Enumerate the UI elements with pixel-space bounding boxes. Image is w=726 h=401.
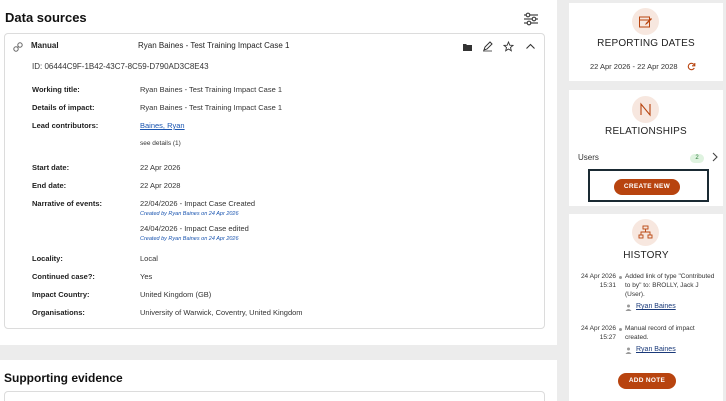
- record-title: Ryan Baines - Test Training Impact Case …: [138, 41, 290, 50]
- refresh-icon[interactable]: [687, 62, 696, 71]
- narrative-entry: 24/04/2026 - Impact Case edited: [140, 224, 249, 233]
- calendar-edit-icon: [639, 16, 652, 28]
- edit-icon[interactable]: [482, 41, 493, 52]
- history-time: 15:31: [599, 282, 616, 289]
- continued-case-label: Continued case?:: [32, 272, 95, 281]
- folder-icon[interactable]: [462, 41, 473, 52]
- history-user-link[interactable]: Ryan Baines: [636, 346, 676, 353]
- history-timeline-dot: [619, 276, 622, 279]
- sliders-icon[interactable]: [523, 12, 539, 26]
- reporting-dates-range: 22 Apr 2026 - 22 Apr 2028: [590, 62, 678, 71]
- see-details-link[interactable]: see details (1): [140, 140, 181, 147]
- locality-label: Locality:: [32, 254, 63, 263]
- history-user-link[interactable]: Ryan Baines: [636, 303, 676, 310]
- create-new-button[interactable]: CREATE NEW: [614, 179, 680, 195]
- history-icon-bg: [632, 219, 659, 246]
- continued-case-value: Yes: [140, 272, 153, 281]
- reporting-dates-heading: REPORTING DATES: [597, 38, 695, 49]
- history-heading: HISTORY: [623, 250, 669, 261]
- narrative-label: Narrative of events:: [32, 199, 103, 208]
- source-type-label: Manual: [31, 41, 59, 50]
- chevron-right-icon[interactable]: [711, 152, 719, 162]
- reporting-dates-card: REPORTING DATES 22 Apr 2026 - 22 Apr 202…: [569, 3, 723, 81]
- add-note-button[interactable]: ADD NOTE: [618, 373, 676, 389]
- data-sources-panel: Data sources Manual Ryan Baines - Test T…: [0, 0, 557, 345]
- data-source-card-header[interactable]: Manual Ryan Baines - Test Training Impac…: [5, 34, 544, 60]
- end-date-value: 22 Apr 2028: [140, 181, 181, 190]
- lead-contributor-link[interactable]: Baines, Ryan: [140, 121, 185, 130]
- end-date-label: End date:: [32, 181, 67, 190]
- history-card: HISTORY 24 Apr 2026 15:31 Added link of …: [569, 214, 723, 401]
- user-icon: [625, 304, 632, 311]
- users-label[interactable]: Users: [578, 153, 599, 162]
- star-icon[interactable]: [503, 41, 514, 52]
- details-value: Ryan Baines - Test Training Impact Case …: [140, 103, 283, 112]
- locality-value: Local: [140, 254, 158, 263]
- history-entry-text: Added link of type "Contributed to by" t…: [625, 273, 715, 298]
- impact-country-value: United Kingdom (GB): [140, 290, 212, 299]
- supporting-evidence-card: [4, 391, 545, 401]
- data-sources-title: Data sources: [5, 10, 87, 25]
- organisations-value: University of Warwick, Coventry, United …: [140, 308, 303, 317]
- relationships-heading: RELATIONSHIPS: [605, 126, 687, 137]
- relationship-icon: [640, 102, 651, 117]
- link-icon: [13, 42, 23, 52]
- data-source-card: Manual Ryan Baines - Test Training Impac…: [4, 33, 545, 329]
- start-date-value: 22 Apr 2026: [140, 163, 181, 172]
- reporting-dates-icon-bg: [632, 8, 659, 35]
- user-icon: [625, 347, 632, 354]
- history-date: 24 Apr 2026: [580, 325, 616, 332]
- working-title-label: Working title:: [32, 85, 80, 94]
- record-id: ID: 06444C9F-1B42-43C7-8C59-D790AD3C8E43: [32, 62, 209, 71]
- hierarchy-icon: [638, 225, 653, 239]
- narrative-created-by: Created by Ryan Baines on 24 Apr 2026: [140, 211, 239, 217]
- impact-country-label: Impact Country:: [32, 290, 90, 299]
- history-timeline-dot: [619, 328, 622, 331]
- history-entry-text: Manual record of impact created.: [625, 325, 695, 341]
- start-date-label: Start date:: [32, 163, 70, 172]
- relationships-icon-bg: [632, 96, 659, 123]
- history-time: 15:27: [599, 334, 616, 341]
- lead-contributors-label: Lead contributors:: [32, 121, 99, 130]
- narrative-entry: 22/04/2026 - Impact Case Created: [140, 199, 256, 208]
- working-title-value: Ryan Baines - Test Training Impact Case …: [140, 85, 283, 94]
- history-date: 24 Apr 2026: [580, 273, 616, 280]
- supporting-evidence-title: Supporting evidence: [4, 371, 123, 385]
- users-count-badge: 2: [690, 154, 704, 163]
- narrative-created-by: Created by Ryan Baines on 24 Apr 2026: [140, 236, 239, 242]
- details-label: Details of impact:: [32, 103, 95, 112]
- supporting-evidence-panel: Supporting evidence: [0, 360, 557, 401]
- organisations-label: Organisations:: [32, 308, 85, 317]
- chevron-up-icon[interactable]: [525, 41, 536, 52]
